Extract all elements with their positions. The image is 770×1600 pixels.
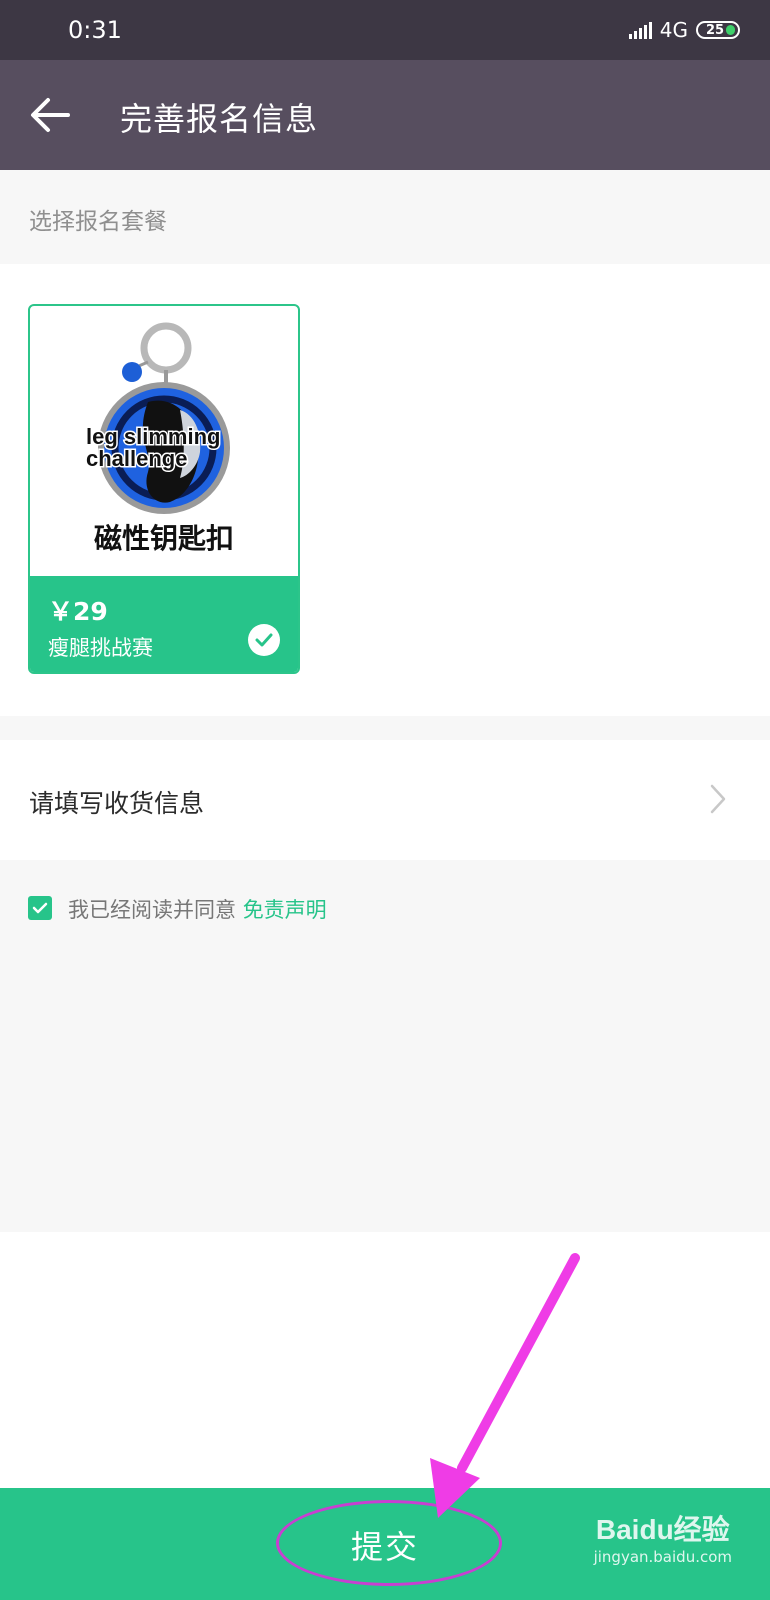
keychain-caption: 磁性钥匙扣: [94, 522, 234, 555]
signal-icon: [628, 21, 652, 39]
battery-icon: 25: [696, 21, 740, 39]
status-time: 0:31: [68, 16, 122, 44]
package-name: 瘦腿挑战赛: [48, 636, 153, 660]
status-bar: 0:31 4G 25: [0, 0, 770, 60]
package-list: leg slimming challenge 磁性钥匙扣 ￥29 瘦腿挑战赛: [0, 264, 770, 716]
disclaimer-link[interactable]: 免责声明: [243, 898, 327, 922]
back-button[interactable]: [28, 90, 72, 140]
package-price: ￥29: [48, 597, 108, 626]
battery-level: 25: [706, 22, 725, 38]
baidu-watermark: Baidu经验 jingyan.baidu.com: [594, 1508, 732, 1566]
keychain-image: leg slimming challenge 磁性钥匙扣: [85, 322, 234, 555]
network-type: 4G: [659, 18, 688, 42]
package-section-header: 选择报名套餐: [0, 170, 770, 264]
app-bar: 完善报名信息: [0, 60, 770, 170]
chevron-right-icon: [710, 784, 726, 814]
watermark-url: jingyan.baidu.com: [593, 1548, 732, 1566]
agreement-text: 我已经阅读并同意 免责声明: [68, 894, 327, 924]
agreement-checkbox[interactable]: [28, 896, 52, 920]
checkmark-icon: [32, 902, 48, 914]
section-label: 选择报名套餐: [29, 209, 167, 235]
agreement-section: 我已经阅读并同意 免责声明: [0, 860, 770, 1232]
keychain-text-2: challenge: [86, 446, 187, 471]
status-indicators: 4G 25: [628, 18, 740, 42]
package-card[interactable]: leg slimming challenge 磁性钥匙扣 ￥29 瘦腿挑战赛: [28, 304, 300, 674]
agreement-label: 我已经阅读并同意: [68, 898, 236, 922]
shipping-info-row[interactable]: 请填写收货信息: [0, 740, 770, 860]
shipping-info-label: 请填写收货信息: [29, 789, 205, 818]
section-divider: [0, 716, 770, 740]
watermark-logo: Baidu经验: [595, 1514, 730, 1545]
page-title: 完善报名信息: [120, 100, 319, 138]
package-card-footer: ￥29 瘦腿挑战赛: [30, 576, 298, 672]
selected-check-icon: [248, 624, 280, 656]
back-arrow-icon: [31, 98, 70, 132]
